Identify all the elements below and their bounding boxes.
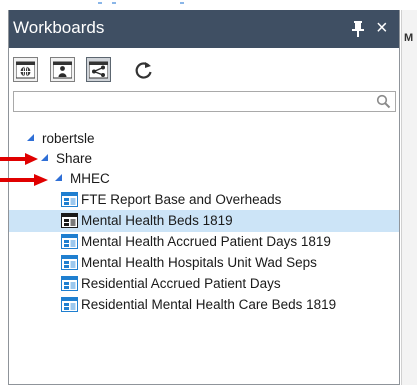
globe-button[interactable] xyxy=(13,57,38,82)
refresh-icon[interactable] xyxy=(134,60,154,80)
person-icon xyxy=(53,61,72,79)
workboard-icon xyxy=(61,233,78,249)
annotation-arrow-icon xyxy=(0,174,48,186)
expand-arrow-icon[interactable] xyxy=(41,153,48,161)
top-edge-decoration xyxy=(0,0,417,10)
workboard-label: Mental Health Beds 1819 xyxy=(81,213,233,228)
workboard-icon xyxy=(61,296,78,312)
search-input[interactable] xyxy=(14,92,369,111)
workboard-icon xyxy=(61,254,78,270)
workboard-item[interactable]: Mental Health Hospitals Unit Wad Seps xyxy=(61,252,317,274)
search-icon[interactable] xyxy=(376,94,391,109)
person-button[interactable] xyxy=(50,57,75,82)
search-box xyxy=(13,91,396,112)
workboard-item-selected[interactable]: Mental Health Beds 1819 xyxy=(9,210,399,232)
workboard-label: FTE Report Base and Overheads xyxy=(81,192,282,207)
workboard-item[interactable]: Residential Mental Health Care Beds 1819 xyxy=(61,294,336,316)
title-bar: Workboards × xyxy=(9,10,399,48)
workboard-icon xyxy=(61,212,78,228)
workboard-label: Mental Health Accrued Patient Days 1819 xyxy=(81,234,331,249)
tree-node-share[interactable]: Share xyxy=(41,148,92,170)
tree-node-label: Share xyxy=(56,151,93,166)
close-icon[interactable]: × xyxy=(376,17,392,39)
workboard-item[interactable]: Mental Health Accrued Patient Days 1819 xyxy=(61,231,331,253)
adjacent-panel-edge: M xyxy=(401,10,417,385)
tree-node-mhec[interactable]: MHEC xyxy=(55,168,110,190)
workboard-label: Mental Health Hospitals Unit Wad Seps xyxy=(81,255,317,270)
share-button[interactable] xyxy=(86,57,111,82)
tree-node-label: MHEC xyxy=(70,171,110,186)
workboard-icon xyxy=(61,191,78,207)
expand-arrow-icon[interactable] xyxy=(55,173,62,181)
adjacent-panel-label: M xyxy=(404,32,414,44)
tree-node-user[interactable]: robertsle xyxy=(27,128,95,150)
workboard-label: Residential Mental Health Care Beds 1819 xyxy=(81,297,337,312)
annotation-arrow-icon xyxy=(0,153,38,165)
panel-title: Workboards xyxy=(13,18,105,37)
globe-icon xyxy=(16,61,35,79)
workboard-item[interactable]: FTE Report Base and Overheads xyxy=(61,189,281,211)
share-icon xyxy=(89,61,108,79)
workboards-panel: Workboards × robertsle Share MHEC FTE Re… xyxy=(8,10,400,385)
tree-node-label: robertsle xyxy=(42,131,95,146)
workboard-item[interactable]: Residential Accrued Patient Days xyxy=(61,273,281,295)
pin-icon[interactable] xyxy=(352,20,364,38)
toolbar xyxy=(13,57,213,85)
workboard-icon xyxy=(61,275,78,291)
expand-arrow-icon[interactable] xyxy=(27,133,34,141)
workboard-label: Residential Accrued Patient Days xyxy=(81,276,281,291)
